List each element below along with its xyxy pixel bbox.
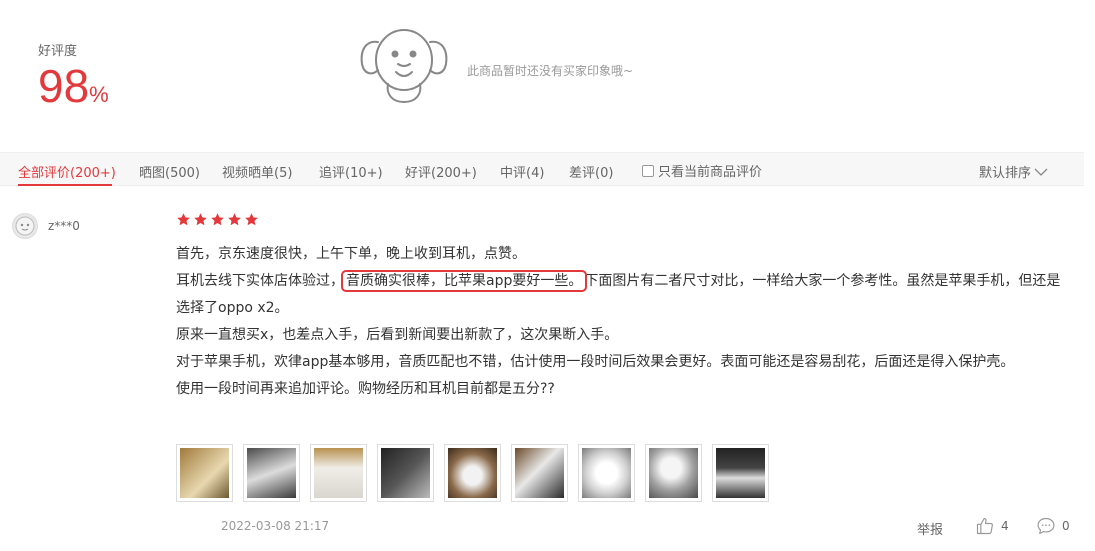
rating-number: 98 [38,60,90,112]
rating-value: 98% [38,63,109,109]
star-icon [177,213,190,226]
star-rating [176,212,259,227]
review-photo-thumbnail[interactable] [243,444,300,502]
review-line: 耳机去线下实体店体验过， 音质确实很棒，比苹果app要好一些。 下面图片有二者尺寸对… [176,268,1068,322]
star-icon [211,213,224,226]
review-photo-thumbnail[interactable] [444,444,501,502]
tab-follow-up[interactable]: 追评(10+) [319,162,383,181]
joy-dog-mascot-icon [358,20,450,104]
comment-icon [1037,517,1055,535]
rating-label: 好评度 [38,44,78,59]
tab-neutral[interactable]: 中评(4) [500,162,544,181]
reviewer-username: z***0 [48,219,80,233]
star-icon [245,213,258,226]
review-photo-thumbnail[interactable] [377,444,434,502]
tab-positive[interactable]: 好评(200+) [405,162,477,181]
review-filter-tabs: 全部评价(200+) 晒图(500) 视频晒单(5) 追评(10+) 好评(20… [0,152,1084,186]
only-current-checkbox[interactable] [642,164,654,177]
thumbs-up-icon [976,517,993,535]
review-photo-thumbnail[interactable] [310,444,367,502]
tab-photos[interactable]: 晒图(500) [139,162,200,181]
review-line: 使用一段时间再来追加评论。购物经历和耳机目前都是五分?? [176,381,555,397]
review-date: 2022-03-08 21:17 [221,519,330,533]
review-text: 首先，京东速度很快，上午下单，晚上收到耳机，点赞。 耳机去线下实体店体验过， 音质… [176,241,1068,403]
sort-dropdown[interactable]: 默认排序 [979,162,1049,181]
like-count: 4 [1001,519,1009,533]
report-link[interactable]: 举报 [917,519,943,538]
review-photos [176,444,769,502]
star-icon [228,213,241,226]
rating-unit: % [89,82,109,107]
chevron-down-icon [1034,168,1048,176]
rating-summary: 好评度 98% [38,40,109,109]
tab-videos[interactable]: 视频晒单(5) [222,162,292,181]
reply-count: 0 [1062,519,1070,533]
review-text-segment: 耳机去线下实体店体验过， [176,273,344,289]
review-photo-thumbnail[interactable] [712,444,769,502]
review-photo-thumbnail[interactable] [511,444,568,502]
star-icon [194,213,207,226]
sort-label: 默认排序 [979,166,1032,181]
review-line: 原来一直想买x，也差点入手，后看到新闻要出新款了，这次果断入手。 [176,327,619,343]
review-photo-thumbnail[interactable] [578,444,635,502]
tab-all[interactable]: 全部评价(200+) [18,162,116,181]
only-current-product-filter[interactable]: 只看当前商品评价 [642,161,762,180]
avatar [12,213,38,239]
review-line: 对于苹果手机，欢律app基本够用，音质匹配也不错，估计使用一段时间后效果会更好。… [176,354,1015,370]
only-current-label: 只看当前商品评价 [658,165,763,180]
reply-button[interactable]: 0 [1036,516,1070,536]
impression-empty-text: 此商品暂时还没有买家印象哦~ [467,64,634,78]
reviewer: z***0 [12,213,80,239]
like-button[interactable]: 4 [975,516,1009,536]
active-tab-indicator [18,184,112,186]
tab-negative[interactable]: 差评(0) [569,162,613,181]
review-photo-thumbnail[interactable] [176,444,233,502]
review-line: 首先，京东速度很快，上午下单，晚上收到耳机，点赞。 [176,246,526,262]
review-photo-thumbnail[interactable] [645,444,702,502]
highlighted-text: 音质确实很棒，比苹果app要好一些。 [340,270,588,292]
